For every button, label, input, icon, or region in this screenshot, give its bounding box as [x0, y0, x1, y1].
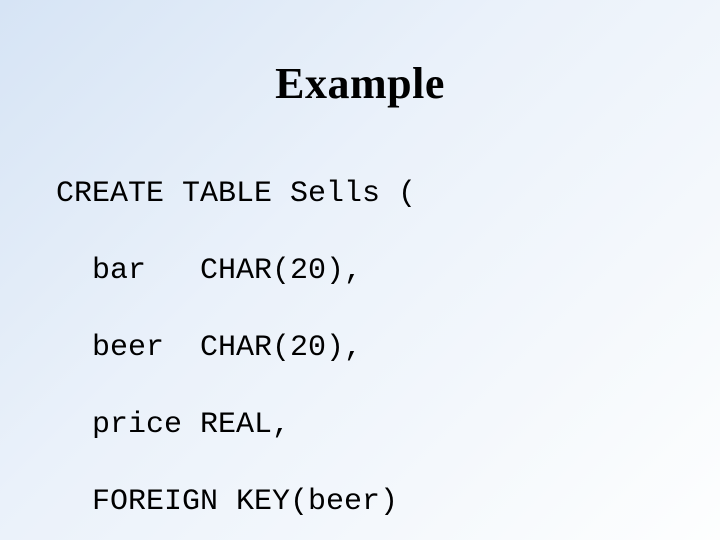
code-line: beer CHAR(20), — [56, 329, 720, 367]
slide-title: Example — [0, 58, 720, 109]
code-line: CREATE TABLE Sells ( — [56, 175, 720, 213]
code-line: price REAL, — [56, 406, 720, 444]
code-block: CREATE TABLE Sells ( bar CHAR(20), beer … — [56, 137, 720, 540]
code-line: FOREIGN KEY(beer) — [56, 483, 720, 521]
code-line: bar CHAR(20), — [56, 252, 720, 290]
